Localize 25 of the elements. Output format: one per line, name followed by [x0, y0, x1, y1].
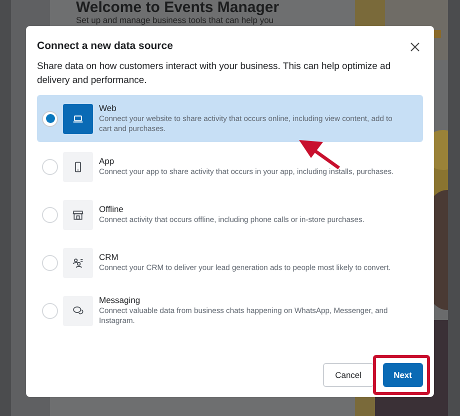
- radio-button[interactable]: [42, 158, 58, 174]
- highlight-frame: [373, 355, 430, 395]
- phone-icon: [72, 160, 84, 172]
- cancel-button[interactable]: Cancel: [323, 363, 374, 387]
- option-label: Offline: [99, 204, 124, 215]
- option-label: Web: [99, 102, 118, 114]
- chat-bubbles-icon: [72, 304, 84, 316]
- laptop-icon: [72, 112, 84, 124]
- people-icon: [72, 256, 84, 268]
- radio-button[interactable]: [42, 302, 58, 318]
- option-label: Messaging: [99, 294, 142, 306]
- page-title: Welcome to Events Manager: [76, 0, 280, 16]
- option-label: App: [99, 156, 116, 167]
- next-button[interactable]: Next: [382, 363, 423, 387]
- radio-button[interactable]: [42, 254, 58, 270]
- page-subtitle: Set up and manage business tools that can help you: [76, 15, 274, 25]
- close-button[interactable]: [408, 40, 422, 54]
- store-icon: [72, 208, 84, 220]
- option-label: CRM: [99, 252, 120, 263]
- radio-button[interactable]: [42, 206, 58, 222]
- close-icon: [410, 42, 420, 52]
- radio-button[interactable]: [42, 110, 58, 126]
- dialog-title: Connect a new data source: [37, 38, 173, 54]
- annotation-arrow: [297, 138, 341, 170]
- dialog-description: Share data on how customers interact with your business. This can help optimize ad delivery and performance.: [36, 60, 392, 87]
